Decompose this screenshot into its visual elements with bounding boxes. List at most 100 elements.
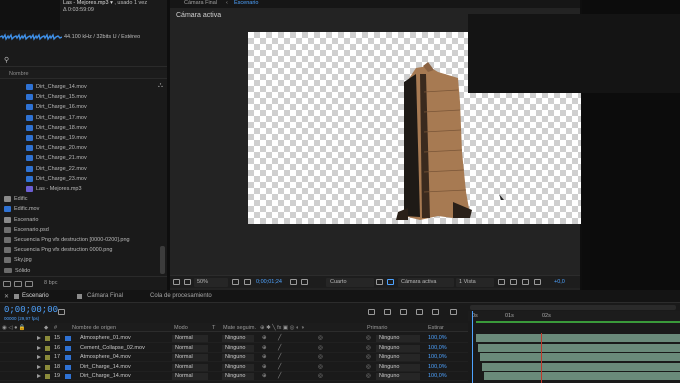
adjustment-switch-icon[interactable]: ◎: [318, 364, 323, 370]
adjustment-switch-icon[interactable]: ◎: [318, 345, 323, 351]
layer-stretch[interactable]: 100,0%: [428, 364, 447, 370]
shy-layers-icon[interactable]: [400, 309, 407, 315]
project-item[interactable]: Dirt_Charge_22.mov: [26, 164, 87, 174]
comp-mini-flowchart-icon[interactable]: [368, 309, 375, 315]
expand-triangle-icon[interactable]: [37, 374, 41, 379]
color-channel-icon[interactable]: [301, 279, 308, 285]
project-item[interactable]: Sky.jpg: [4, 255, 32, 265]
graph-editor-icon[interactable]: [450, 309, 457, 315]
project-search[interactable]: ⚲: [0, 55, 167, 67]
tab-camara-final[interactable]: Cámara Final: [184, 0, 217, 6]
project-item[interactable]: Sólido: [4, 266, 30, 276]
parent-pickwhip-icon[interactable]: ◎: [366, 373, 371, 379]
quality-switch-icon[interactable]: ╱: [278, 345, 281, 351]
expand-triangle-icon[interactable]: [37, 364, 41, 369]
search-input[interactable]: [14, 56, 160, 65]
region-of-interest-icon[interactable]: [376, 279, 383, 285]
shy-switch-icon[interactable]: ⊕: [262, 373, 267, 379]
layer-row[interactable]: 16 Cement_Collapse_02.mov Normal Ninguno ⊕ ╱ ◎…: [0, 344, 468, 353]
layer-stretch[interactable]: 100,0%: [428, 354, 447, 360]
layer-stretch[interactable]: 100,0%: [428, 373, 447, 379]
bit-depth[interactable]: 8 bpc: [44, 280, 57, 286]
dropdown-icon[interactable]: ▾: [110, 0, 113, 6]
parent-pickwhip-icon[interactable]: ◎: [366, 354, 371, 360]
tab-render-queue[interactable]: Cola de procesamiento: [150, 293, 212, 299]
close-tab-icon[interactable]: ✕: [4, 293, 9, 300]
shy-switch-icon[interactable]: ⊕: [262, 354, 267, 360]
project-item[interactable]: Dirt_Charge_21.mov: [26, 153, 87, 163]
parent-header[interactable]: Primario: [367, 325, 387, 331]
tab-camara-final-timeline[interactable]: Cámara Final: [87, 293, 123, 299]
label-color[interactable]: [45, 364, 50, 370]
parent-pickwhip-icon[interactable]: ◎: [366, 335, 371, 341]
source-name-header[interactable]: Nombre de origen: [72, 325, 116, 331]
mode-header[interactable]: Modo: [174, 325, 188, 331]
time-ruler[interactable]: 0s 01s 02s: [468, 311, 680, 321]
fast-previews-icon[interactable]: [498, 279, 505, 285]
project-item[interactable]: Dirt_Charge_15.mov: [26, 92, 87, 102]
timeline-graph-area[interactable]: [468, 14, 680, 93]
interpret-footage-icon[interactable]: [3, 281, 11, 287]
quality-switch-icon[interactable]: ╱: [278, 354, 281, 360]
expand-triangle-icon[interactable]: [37, 336, 41, 340]
project-item[interactable]: Secuencia Png vfx destruction [0000-0200…: [4, 235, 130, 245]
project-item[interactable]: Dirt_Charge_19.mov: [26, 133, 87, 143]
adjustment-switch-icon[interactable]: ◎: [318, 354, 323, 360]
project-item[interactable]: Dirt_Charge_14.mov: [26, 82, 87, 92]
label-color[interactable]: [45, 336, 50, 341]
new-folder-icon[interactable]: [14, 281, 22, 287]
t-header[interactable]: T: [212, 325, 215, 331]
playhead[interactable]: [472, 311, 473, 383]
project-scroll-thumb[interactable]: [160, 246, 165, 274]
transparency-grid-icon[interactable]: [387, 279, 394, 285]
work-area-bar[interactable]: [476, 321, 680, 323]
layer-row[interactable]: 15 Atmosphere_01.mov Normal Ninguno ⊕ ╱ ◎ ◎ Ning…: [0, 334, 468, 343]
snapshot-icon[interactable]: [244, 279, 251, 285]
project-item[interactable]: Dirt_Charge_18.mov: [26, 123, 87, 133]
new-comp-icon[interactable]: [25, 281, 33, 287]
label-color[interactable]: [45, 355, 50, 361]
project-item[interactable]: Las - Mejores.mp3: [26, 184, 82, 194]
project-item[interactable]: Escenario.psd: [4, 225, 49, 235]
shy-switch-icon[interactable]: ⊕: [262, 364, 267, 370]
project-item[interactable]: Secuencia Png vfx destruction 0000.png: [4, 245, 112, 255]
tab-escenario-timeline[interactable]: Escenario: [22, 293, 49, 299]
layer-duration-bar[interactable]: [478, 343, 680, 352]
reset-exposure-icon[interactable]: [534, 279, 541, 285]
label-color[interactable]: [45, 345, 50, 351]
adjustment-switch-icon[interactable]: ◎: [318, 373, 323, 379]
label-color[interactable]: [45, 374, 50, 380]
region-icon[interactable]: [173, 279, 180, 285]
shy-switch-icon[interactable]: ⊕: [262, 345, 267, 351]
quality-switch-icon[interactable]: ╱: [278, 335, 281, 341]
parent-pickwhip-icon[interactable]: ◎: [366, 345, 371, 351]
grid-icon[interactable]: [184, 279, 191, 285]
motion-blur-icon[interactable]: [432, 309, 439, 315]
layer-duration-bar[interactable]: [482, 362, 680, 371]
expand-triangle-icon[interactable]: [37, 355, 41, 360]
camera-icon[interactable]: [290, 279, 297, 285]
project-item[interactable]: Escenario: [4, 215, 38, 225]
project-item[interactable]: Dirt_Charge_23.mov: [26, 174, 87, 184]
matte-header[interactable]: Mate seguim.: [223, 325, 256, 331]
project-column-header[interactable]: Nombre: [0, 70, 167, 79]
layer-duration-bar[interactable]: [480, 353, 680, 362]
layer-row[interactable]: 18 Dirt_Charge_14.mov Normal Ninguno ⊕ ╱ ◎ ◎ Nin…: [0, 363, 468, 372]
frame-blending-icon[interactable]: [416, 309, 423, 315]
layer-stretch[interactable]: 100,0%: [428, 345, 447, 351]
comp-flowchart-icon[interactable]: [522, 279, 529, 285]
tab-arrow-icon[interactable]: ‹: [226, 0, 228, 6]
quality-switch-icon[interactable]: ╱: [278, 373, 281, 379]
shy-switch-icon[interactable]: ⊕: [262, 335, 267, 341]
layer-stretch[interactable]: 100,0%: [428, 335, 447, 341]
time-navigator[interactable]: [470, 305, 676, 310]
layer-row[interactable]: 17 Atmosphere_04.mov Normal Ninguno ⊕ ╱ ◎ ◎ Ning…: [0, 353, 468, 363]
expand-triangle-icon[interactable]: [37, 345, 41, 350]
timeline-icon[interactable]: [510, 279, 517, 285]
quality-switch-icon[interactable]: ╱: [278, 364, 281, 370]
safe-zones-icon[interactable]: [232, 279, 239, 285]
stretch-header[interactable]: Estirar: [428, 325, 444, 331]
draft-3d-icon[interactable]: [384, 309, 391, 315]
viewer-timecode[interactable]: 0;00;01;24: [256, 279, 282, 285]
parent-pickwhip-icon[interactable]: ◎: [366, 364, 371, 370]
